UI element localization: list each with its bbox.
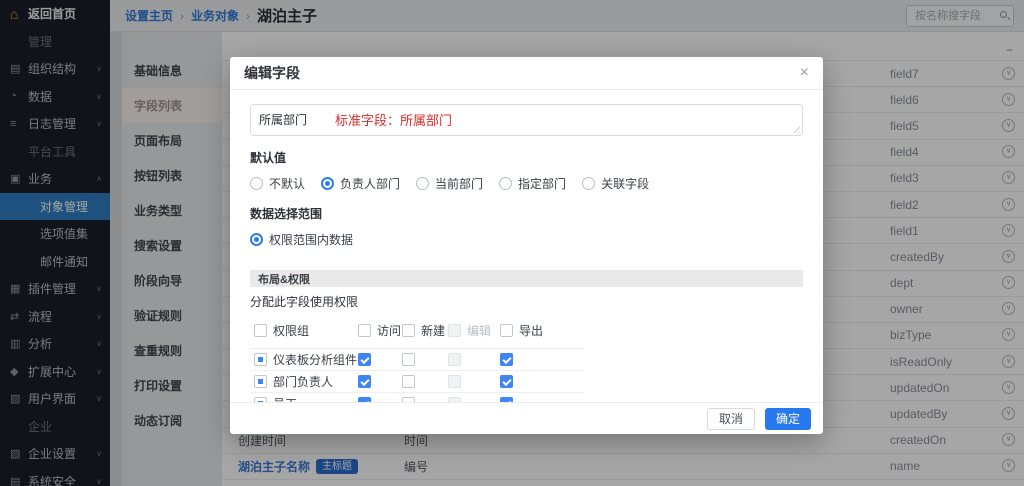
radio-icon [250, 177, 263, 190]
default-value-options: 不默认 负责人部门 当前部门 指定部门 关联字段 [250, 175, 803, 192]
data-range-label: 数据选择范围 [250, 205, 803, 222]
checkbox[interactable] [500, 353, 513, 366]
permission-column-header: 编辑 [448, 322, 500, 339]
export-cell [500, 353, 584, 366]
permission-column-label: 访问 [377, 322, 401, 339]
checkbox[interactable] [254, 397, 267, 402]
checkbox[interactable] [500, 324, 513, 337]
field-name-value: 所属部门 [259, 111, 307, 128]
permission-group-cell: 部门负责人 [254, 373, 358, 390]
radio-icon [499, 177, 512, 190]
resize-handle-icon[interactable] [791, 124, 800, 133]
confirm-button[interactable]: 确定 [765, 408, 811, 430]
annotation-text: 标准字段：所属部门 [335, 110, 452, 129]
radio-option[interactable]: 当前部门 [416, 175, 483, 192]
modal-title: 编辑字段 [244, 63, 300, 83]
permission-column-label: 编辑 [467, 322, 491, 339]
checkbox[interactable] [402, 353, 415, 366]
permission-table: 权限组 访问 新建 编辑 导出 [250, 320, 584, 402]
permission-column-label: 导出 [519, 322, 543, 339]
permission-row: 仪表板分析组件 [250, 349, 584, 371]
permission-column-label: 权限组 [273, 322, 309, 339]
radio-option[interactable]: 不默认 [250, 175, 305, 192]
permission-column-header: 访问 [358, 322, 402, 339]
cancel-button[interactable]: 取消 [707, 408, 755, 430]
radio-option[interactable]: 负责人部门 [321, 175, 400, 192]
checkbox[interactable] [254, 353, 267, 366]
checkbox[interactable] [500, 397, 513, 402]
app-window: ⌂ 返回首页 ● 管理 ▤ 组织结构 ∨ ◔ 数据 ∨ ≡ 日志管理 ∨ ● [0, 0, 1024, 486]
checkbox[interactable] [402, 375, 415, 388]
radio-option[interactable]: 关联字段 [582, 175, 649, 192]
permission-column-header: 新建 [402, 322, 448, 339]
edit-field-modal: 编辑字段 × 所属部门 标准字段：所属部门 默认值 不默认 负责人部门 [230, 57, 823, 434]
permission-group-label: 员工 [273, 395, 297, 402]
radio-option[interactable]: 权限范围内数据 [250, 231, 353, 248]
field-name-textarea[interactable]: 所属部门 标准字段：所属部门 [250, 104, 803, 136]
permission-rows: 仪表板分析组件 部门负责人 [250, 349, 584, 402]
permission-table-header: 权限组 访问 新建 编辑 导出 [250, 320, 584, 349]
checkbox[interactable] [358, 353, 371, 366]
default-value-label: 默认值 [250, 149, 803, 166]
permission-group-cell: 员工 [254, 395, 358, 402]
permission-row: 员工 [250, 393, 584, 402]
permission-column-header: 导出 [500, 322, 584, 339]
checkbox[interactable] [254, 324, 267, 337]
create-cell [402, 353, 448, 366]
modal-header: 编辑字段 × [230, 57, 823, 90]
modal-body: 所属部门 标准字段：所属部门 默认值 不默认 负责人部门 当前部门 [230, 90, 823, 402]
access-cell [358, 375, 402, 388]
radio-label: 当前部门 [435, 175, 483, 192]
assign-permission-label: 分配此字段使用权限 [250, 293, 803, 310]
radio-label: 权限范围内数据 [269, 231, 353, 248]
radio-icon [321, 177, 334, 190]
permission-row: 部门负责人 [250, 371, 584, 393]
radio-label: 关联字段 [601, 175, 649, 192]
edit-cell [448, 375, 500, 388]
modal-footer: 取消 确定 [230, 402, 823, 434]
permission-group-label: 仪表板分析组件 [273, 351, 357, 368]
permission-group-label: 部门负责人 [273, 373, 333, 390]
checkbox[interactable] [358, 324, 371, 337]
access-cell [358, 353, 402, 366]
radio-icon [250, 233, 263, 246]
radio-label: 不默认 [269, 175, 305, 192]
checkbox [448, 353, 461, 366]
checkbox[interactable] [448, 324, 461, 337]
checkbox[interactable] [254, 375, 267, 388]
edit-cell [448, 353, 500, 366]
checkbox[interactable] [358, 375, 371, 388]
checkbox[interactable] [402, 397, 415, 402]
checkbox [448, 397, 461, 402]
radio-icon [582, 177, 595, 190]
create-cell [402, 375, 448, 388]
layout-permission-section-header: 布局&权限 [250, 270, 803, 287]
checkbox[interactable] [500, 375, 513, 388]
radio-label: 指定部门 [518, 175, 566, 192]
permission-column-label: 新建 [421, 322, 445, 339]
close-icon[interactable]: × [800, 65, 809, 81]
permission-column-header: 权限组 [254, 322, 358, 339]
permission-group-cell: 仪表板分析组件 [254, 351, 358, 368]
checkbox[interactable] [358, 397, 371, 402]
radio-label: 负责人部门 [340, 175, 400, 192]
radio-option[interactable]: 指定部门 [499, 175, 566, 192]
checkbox[interactable] [402, 324, 415, 337]
checkbox [448, 375, 461, 388]
radio-icon [416, 177, 429, 190]
export-cell [500, 375, 584, 388]
data-range-options: 权限范围内数据 [250, 231, 803, 248]
